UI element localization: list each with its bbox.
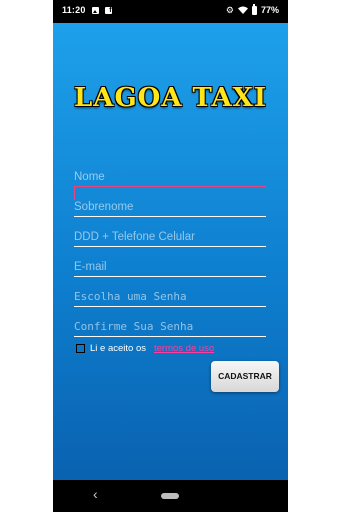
- chevron-left-icon[interactable]: ‹: [93, 486, 98, 502]
- status-right: ⚙ 77%: [225, 4, 279, 15]
- status-left: 11:20 f: [62, 5, 112, 15]
- sobrenome-input[interactable]: [74, 199, 266, 217]
- terms-row: Li e aceito os termos de uso: [76, 343, 214, 354]
- home-pill-icon[interactable]: [161, 493, 179, 499]
- gear-icon: ⚙: [225, 5, 234, 15]
- battery-percent: 77%: [260, 5, 279, 15]
- registration-screen: LAGOA TAXI Li e aceito os termos de uso …: [53, 23, 288, 480]
- status-bar: 11:20 f ⚙ 77%: [53, 0, 288, 23]
- cadastrar-button[interactable]: CADASTRAR: [211, 361, 279, 392]
- senha-input[interactable]: [74, 289, 266, 307]
- image-notification-icon: [91, 6, 99, 14]
- telefone-input[interactable]: [74, 229, 266, 247]
- facebook-icon: f: [104, 6, 112, 14]
- nome-input[interactable]: [74, 169, 266, 187]
- terms-link[interactable]: termos de uso: [154, 343, 214, 354]
- app-title: LAGOA TAXI: [74, 83, 267, 113]
- email-input[interactable]: [74, 259, 266, 277]
- confirmar-senha-input[interactable]: [74, 319, 266, 337]
- phone-screen: 11:20 f ⚙ 77% LAGOA TAXI Li e aceito os …: [53, 0, 288, 512]
- battery-icon: [251, 4, 257, 15]
- terms-text: Li e aceito os: [90, 343, 146, 354]
- navigation-bar: ‹: [53, 480, 288, 512]
- wifi-icon: [237, 6, 248, 14]
- terms-checkbox[interactable]: [76, 344, 85, 353]
- status-time: 11:20: [62, 5, 86, 15]
